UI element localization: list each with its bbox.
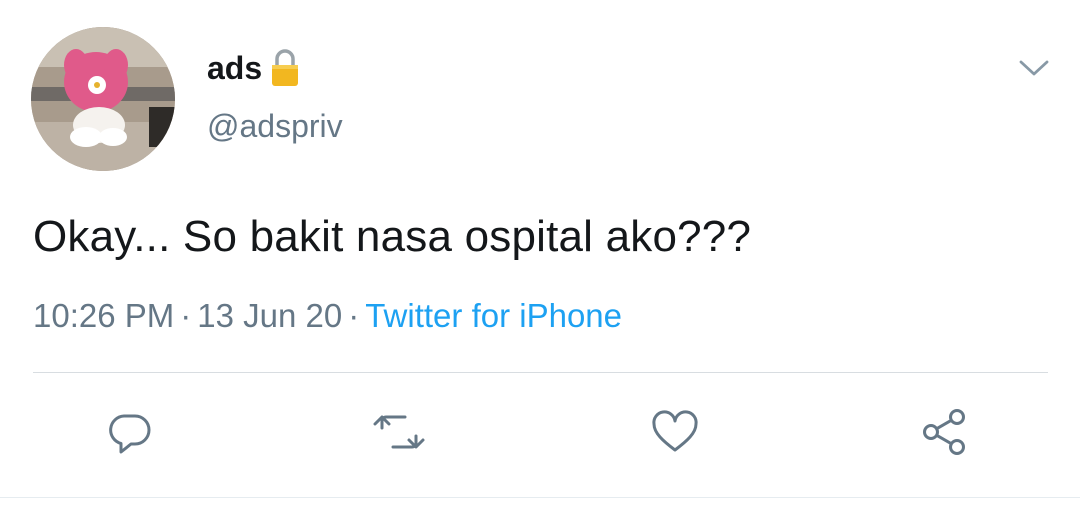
- divider: [33, 372, 1048, 373]
- tweet-time: 10:26 PM: [33, 297, 175, 334]
- user-handle[interactable]: @adspriv: [207, 108, 343, 145]
- display-name-text: ads: [207, 49, 263, 86]
- share-button[interactable]: [917, 404, 973, 460]
- heart-icon: [652, 410, 698, 452]
- share-icon: [923, 409, 965, 455]
- tweet-source-link[interactable]: Twitter for iPhone: [365, 297, 622, 334]
- tweet-text: Okay... So bakit nasa ospital ako???: [33, 212, 752, 261]
- tweet-meta: 10:26 PM · 13 Jun 20 · Twitter for iPhone: [33, 297, 622, 335]
- meta-separator: ·: [180, 297, 192, 334]
- lock-icon: [272, 49, 299, 86]
- meta-separator: ·: [348, 297, 360, 334]
- tweet-detail: ads @adspriv Okay... So bakit nasa ospit…: [0, 0, 1080, 513]
- avatar-image: [31, 27, 175, 171]
- like-button[interactable]: [647, 404, 703, 460]
- reply-button[interactable]: [102, 404, 158, 460]
- display-name[interactable]: ads: [207, 48, 300, 88]
- avatar[interactable]: [31, 27, 175, 171]
- tweet-date: 13 Jun 20: [197, 297, 343, 334]
- reply-icon: [109, 414, 151, 454]
- retweet-button[interactable]: [371, 404, 427, 460]
- chevron-down-icon[interactable]: [1016, 54, 1052, 82]
- bottom-divider: [0, 497, 1080, 498]
- retweet-icon: [373, 415, 425, 449]
